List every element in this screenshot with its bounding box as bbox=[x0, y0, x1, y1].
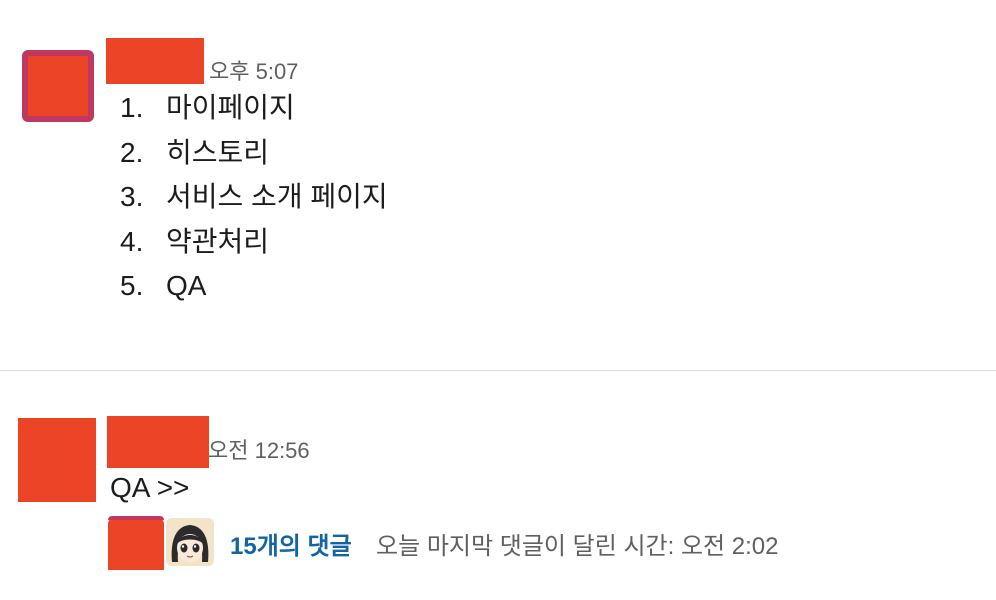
reply-count-link[interactable]: 15개의 댓글 bbox=[230, 526, 352, 561]
list-item: 1. 마이페이지 bbox=[120, 88, 388, 133]
message-timestamp[interactable]: 오후 5:07 bbox=[209, 54, 298, 86]
list-item-text: 마이페이지 bbox=[166, 92, 295, 123]
avatar[interactable] bbox=[22, 50, 94, 122]
list-item: 5. QA bbox=[120, 266, 388, 311]
list-item-number: 2. bbox=[120, 136, 144, 168]
list-item-number: 4. bbox=[120, 225, 144, 257]
avatar[interactable] bbox=[18, 418, 96, 502]
list-item-text: 약관처리 bbox=[166, 225, 270, 257]
username-redaction[interactable] bbox=[106, 38, 204, 84]
list-item: 4. 약관처리 bbox=[120, 222, 388, 267]
list-item-number: 1. bbox=[120, 92, 144, 123]
anime-girl-avatar-icon bbox=[166, 518, 214, 566]
list-item: 2. 히스토리 bbox=[120, 133, 388, 178]
message-divider bbox=[0, 370, 996, 371]
list-item-text: QA bbox=[166, 270, 207, 301]
last-reply-time: 오늘 마지막 댓글이 달린 시간: 오전 2:02 bbox=[376, 533, 779, 560]
message-timestamp[interactable]: 오전 12:56 bbox=[208, 433, 310, 465]
list-item: 3. 서비스 소개 페이지 bbox=[120, 177, 388, 222]
numbered-list: 1. 마이페이지 2. 히스토리 3. 서비스 소개 페이지 4. 약관처리 5. QA bbox=[120, 88, 388, 311]
list-item-number: 5. bbox=[120, 270, 144, 301]
username-redaction[interactable] bbox=[107, 416, 209, 468]
list-item-number: 3. bbox=[120, 181, 144, 212]
list-item-text: 히스토리 bbox=[166, 136, 270, 168]
reply-avatar bbox=[166, 518, 214, 566]
avatar-redaction bbox=[28, 56, 88, 116]
list-item-text: 서비스 소개 페이지 bbox=[166, 181, 388, 212]
reply-avatar bbox=[108, 516, 164, 570]
message-text: QA >> bbox=[110, 472, 190, 503]
